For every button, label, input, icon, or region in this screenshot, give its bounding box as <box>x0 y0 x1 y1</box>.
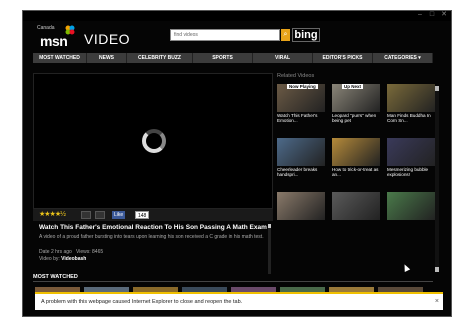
nav-viral[interactable]: VIRAL <box>253 53 313 63</box>
nav-news[interactable]: NEWS <box>87 53 127 63</box>
video-thumbnail[interactable] <box>332 138 380 166</box>
like-button[interactable]: Like <box>112 211 126 219</box>
mouse-cursor-icon <box>401 263 411 272</box>
related-video-item[interactable]: Cheerleader breaks handspri... <box>277 138 325 177</box>
next-button[interactable] <box>95 211 105 219</box>
video-thumbnail[interactable] <box>387 84 435 112</box>
rating-stars-icon[interactable]: ★★★★½ <box>39 210 66 218</box>
views-value: 8465 <box>92 249 104 255</box>
related-video-item[interactable]: Mesmerizing bubble explosions! <box>387 138 435 177</box>
divider <box>33 281 433 282</box>
by-label: Video by <box>39 256 59 262</box>
video-source-link[interactable]: Videobash <box>61 256 86 262</box>
related-video-caption[interactable]: Watch This Father's Emotion... <box>277 113 325 123</box>
related-video-caption[interactable]: Mesmerizing bubble explosions! <box>387 167 435 177</box>
notification-text: A problem with this webpage caused Inter… <box>41 299 243 305</box>
minimize-button[interactable]: – <box>415 11 425 19</box>
video-thumbnail[interactable] <box>387 192 435 220</box>
search-icon[interactable]: ⌕ <box>281 29 290 41</box>
main-nav: MOST WATCHED NEWS CELEBRITY BUZZ SPORTS … <box>33 53 433 63</box>
video-player[interactable] <box>33 73 273 209</box>
player-controls: ★★★★½ Like 148 <box>33 209 273 221</box>
like-count: 148 <box>135 211 150 219</box>
related-heading: Related Videos <box>277 73 315 79</box>
section-title: VIDEO <box>84 31 131 47</box>
related-video-caption[interactable]: Cheerleader breaks handspri... <box>277 167 325 177</box>
related-video-caption[interactable]: How to trick-or-treat as an... <box>332 167 380 177</box>
nav-categories[interactable]: CATEGORIES ▾ <box>373 53 433 63</box>
video-byline: Video by: Videobash <box>39 256 87 262</box>
scroll-down-icon[interactable] <box>435 267 439 272</box>
status-badge: Up Next <box>342 84 364 89</box>
related-video-item[interactable]: Man Finds Buddha In Corn Sn... <box>387 84 435 123</box>
bing-logo[interactable]: bing <box>292 28 320 42</box>
video-thumbnail[interactable] <box>332 192 380 220</box>
video-title: Watch This Father's Emotional Reaction T… <box>39 224 267 231</box>
nav-most-watched[interactable]: MOST WATCHED <box>33 53 87 63</box>
related-video-item[interactable]: Now Playing Watch This Father's Emotion..… <box>277 84 325 123</box>
description-scrollbar[interactable] <box>268 224 271 274</box>
related-video-item[interactable] <box>332 192 380 221</box>
related-video-caption[interactable]: Man Finds Buddha In Corn Sn... <box>387 113 435 123</box>
browser-window: – □ ✕ Canada msn VIDEO find videos ⌕ bin… <box>22 10 452 317</box>
previous-button[interactable] <box>81 211 91 219</box>
close-window-button[interactable]: ✕ <box>439 11 449 19</box>
status-badge: Now Playing <box>287 84 318 89</box>
nav-editors-picks[interactable]: EDITOR'S PICKS <box>313 53 373 63</box>
logo-region: Canada <box>37 25 55 31</box>
related-video-caption[interactable]: Leopard "purrs" when being pet <box>332 113 380 123</box>
loading-spinner-icon <box>142 129 166 153</box>
related-video-item[interactable] <box>277 192 325 221</box>
related-scrollbar[interactable] <box>435 86 439 272</box>
logo-brand: msn <box>40 33 68 49</box>
related-video-item[interactable]: Up Next Leopard "purrs" when being pet <box>332 84 380 123</box>
notification-bar: A problem with this webpage caused Inter… <box>35 292 443 310</box>
views-label: Views <box>75 249 90 255</box>
title-bar: – □ ✕ <box>23 11 451 21</box>
video-thumbnail[interactable]: Now Playing <box>277 84 325 112</box>
search-input[interactable]: find videos <box>170 29 280 41</box>
video-thumbnail[interactable] <box>277 192 325 220</box>
video-thumbnail[interactable]: Up Next <box>332 84 380 112</box>
most-watched-heading: MOST WATCHED <box>33 274 78 280</box>
nav-sports[interactable]: SPORTS <box>193 53 253 63</box>
video-meta: Date 2 hrs ago Views: 8465 <box>39 249 104 255</box>
date-label: Date <box>39 249 50 255</box>
date-value: 2 hrs ago <box>50 249 72 255</box>
related-video-item[interactable] <box>387 192 435 221</box>
video-thumbnail[interactable] <box>277 138 325 166</box>
maximize-button[interactable]: □ <box>427 11 437 19</box>
video-thumbnail[interactable] <box>387 138 435 166</box>
scroll-up-icon[interactable] <box>435 86 439 91</box>
scroll-up-icon[interactable] <box>268 224 271 228</box>
close-icon[interactable]: × <box>435 294 439 310</box>
nav-celebrity-buzz[interactable]: CELEBRITY BUZZ <box>127 53 193 63</box>
related-video-item[interactable]: How to trick-or-treat as an... <box>332 138 380 177</box>
video-description: A video of a proud father bursting into … <box>39 234 264 240</box>
